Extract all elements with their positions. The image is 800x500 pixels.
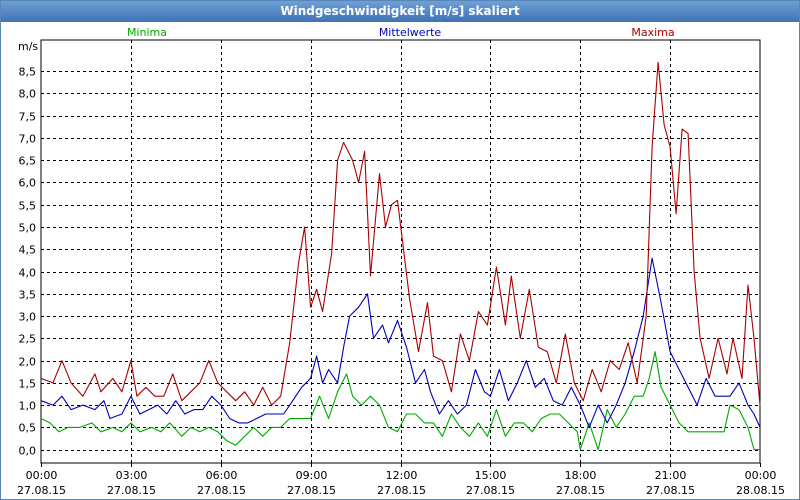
x-tick-time: 00:00 [26, 469, 58, 482]
legend-minima: Minima [127, 26, 167, 39]
legend-maxima: Maxima [631, 26, 674, 39]
x-tick-time: 15:00 [475, 469, 507, 482]
y-tick-label: 6,5 [19, 155, 37, 168]
x-ticks: 00:00 27.08.15 03:00 27.08.15 06:00 27.08.15 0… [17, 463, 785, 497]
y-tick-label: 0,0 [19, 445, 37, 458]
grid [40, 39, 761, 464]
legend-mittelwerte: Mittelwerte [379, 26, 442, 39]
x-tick-date: 27.08.15 [107, 484, 156, 497]
y-tick-label: 8,5 [19, 66, 37, 79]
series-line-mittelwerte [40, 257, 761, 428]
series-line-minima [40, 351, 760, 451]
y-tick-label: 7,5 [19, 111, 37, 124]
y-tick-label: 3,0 [19, 311, 37, 324]
series-line-maxima [40, 61, 761, 406]
x-tick-date: 27.08.15 [17, 484, 66, 497]
y-tick-label: 5,5 [19, 200, 37, 213]
y-tick-label: 4,0 [19, 267, 37, 280]
x-tick-time: 06:00 [206, 469, 238, 482]
y-ticks: 0,0 0,5 1,0 1,5 2,0 2,5 3,0 3,5 4,0 4,5 5,0 5,5 6,0 6… [19, 66, 37, 458]
y-tick-label: 1,0 [19, 400, 37, 413]
x-tick-date: 27.08.15 [377, 484, 426, 497]
y-tick-label: 2,5 [19, 333, 37, 346]
y-tick-label: 5,0 [19, 222, 37, 235]
x-tick-time: 21:00 [655, 469, 687, 482]
y-tick-label: 1,5 [19, 378, 37, 391]
x-tick-date: 27.08.15 [197, 484, 246, 497]
x-tick-time: 12:00 [386, 469, 418, 482]
y-tick-label: 6,0 [19, 177, 37, 190]
y-tick-label: 7,0 [19, 133, 37, 146]
y-tick-label: 3,5 [19, 289, 37, 302]
y-tick-label: 8,0 [19, 88, 37, 101]
x-tick-time: 00:00 [745, 469, 777, 482]
x-tick-time: 18:00 [565, 469, 597, 482]
x-tick-date: 27.08.15 [287, 484, 336, 497]
y-axis-label: m/s [18, 40, 38, 53]
x-tick-date: 27.08.15 [556, 484, 605, 497]
x-tick-time: 09:00 [296, 469, 328, 482]
x-tick-time: 03:00 [116, 469, 148, 482]
x-tick-date: 27.08.15 [646, 484, 695, 497]
plot-frame [40, 39, 761, 464]
series-group [40, 61, 761, 451]
x-tick-date: 27.08.15 [466, 484, 515, 497]
x-tick-date: 28.08.15 [736, 484, 785, 497]
y-tick-label: 0,5 [19, 422, 37, 435]
y-tick-label: 4,5 [19, 244, 37, 257]
chart-svg: m/s Minima Mittelwerte Maxima 0,0 0,5 1,0 1… [17, 26, 785, 497]
y-tick-label: 2,0 [19, 356, 37, 369]
